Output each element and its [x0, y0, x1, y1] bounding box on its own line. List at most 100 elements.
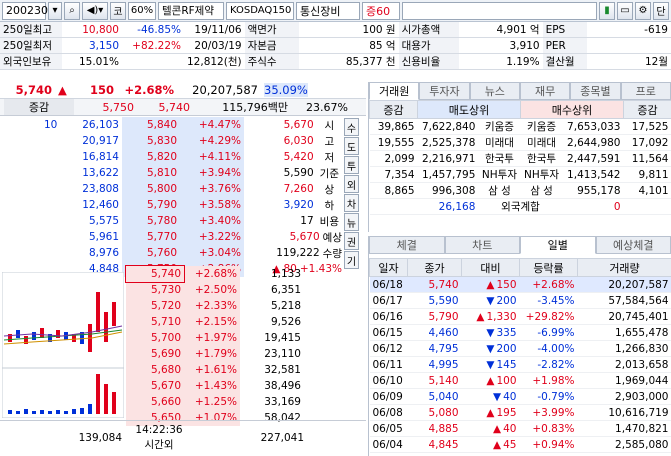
bid-row[interactable]: 5,740 +2.68% 1,133: [125, 265, 304, 283]
side-button[interactable]: 기: [344, 251, 359, 269]
tab-daily-3[interactable]: 예상체결: [595, 236, 671, 254]
side-button[interactable]: 권: [344, 232, 359, 250]
up-arrow-icon: [486, 279, 496, 291]
bid-row[interactable]: 5,720 +2.33% 5,218: [126, 298, 304, 314]
blank-field: [402, 1, 597, 20]
ask-row[interactable]: 23,808 5,800 +3.76%: [58, 181, 244, 197]
tab-broker-3[interactable]: 재무: [519, 82, 571, 100]
ask-row[interactable]: 12,460 5,790 +3.58%: [58, 197, 244, 213]
volume-bar: [56, 410, 60, 414]
side-button[interactable]: 뉴: [344, 213, 359, 231]
daily-row[interactable]: 06/185,740150+2.68%20,207,587: [369, 276, 671, 293]
bid-row[interactable]: 5,670 +1.43% 38,496: [126, 378, 304, 394]
bid-row[interactable]: 5,730 +2.50% 6,351: [126, 282, 304, 298]
tab-daily-2[interactable]: 일별: [520, 236, 596, 254]
bid-row[interactable]: 5,680 +1.61% 32,581: [126, 362, 304, 378]
stock-code-input[interactable]: 200230: [2, 1, 48, 20]
daily-tabs: 체결 차트 일별 예상체결: [369, 236, 671, 254]
volume-bar: [96, 374, 100, 414]
search-icon: ⌕: [69, 5, 75, 16]
daily-row[interactable]: 06/165,7901,330+29.82%20,745,401: [369, 308, 671, 325]
side-button[interactable]: 도: [344, 137, 359, 155]
tab-broker-1[interactable]: 투자자: [419, 82, 470, 100]
bid-row[interactable]: 5,700 +1.97% 19,415: [126, 330, 304, 346]
side-button[interactable]: 외: [344, 175, 359, 193]
speaker-button[interactable]: ◀)▾: [82, 1, 108, 20]
bid-row[interactable]: 5,690 +1.79% 23,110: [126, 346, 304, 362]
daily-row[interactable]: 06/044,84545+0.94%2,585,080: [369, 436, 671, 453]
stock-name: 텔콘RF제약: [158, 1, 224, 20]
toolbar: 200230 ▾ ⌕ ◀)▾ 코 60% 텔콘RF제약 KOSDAQ150 통신…: [0, 0, 671, 22]
code-dropdown-button[interactable]: ▾: [48, 1, 62, 20]
candle: [16, 330, 20, 338]
side-buttons: 수도투외차뉴권기: [344, 118, 362, 270]
tab-daily-0[interactable]: 체결: [369, 236, 445, 254]
candle: [96, 292, 100, 332]
info-row: 250일최고 10,800 -46.85% 19/11/06 액면가 100 원…: [0, 22, 671, 38]
broker-row[interactable]: 7,354 1,457,795 NH투자 NH투자 1,413,542 9,811: [369, 166, 671, 183]
chevron-down-icon: ▾: [52, 5, 58, 16]
bid-row[interactable]: 5,710 +2.15% 9,526: [126, 314, 304, 330]
single-button[interactable]: 단: [653, 1, 669, 20]
daily-row[interactable]: 06/095,04040-0.79%2,903,000: [369, 388, 671, 405]
up-arrow-icon: [476, 311, 486, 323]
daily-row[interactable]: 06/105,140100+1.98%1,969,044: [369, 372, 671, 389]
tab-broker-2[interactable]: 뉴스: [469, 82, 520, 100]
gear-icon[interactable]: ⚙: [635, 1, 651, 20]
daily-row[interactable]: 06/175,590200-3.45%57,584,564: [369, 292, 671, 309]
foreign-row: 26,168 외국계합 0: [369, 198, 671, 215]
market-label: 코: [110, 1, 126, 20]
daily-row[interactable]: 06/114,995145-2.82%2,013,658: [369, 356, 671, 373]
time-block: 14:22:36 시간외: [126, 423, 192, 453]
daily-row[interactable]: 06/054,88540+0.83%1,470,821: [369, 420, 671, 437]
orderbook-panel: 5,740 ▲ 150 +2.68% 20,207,587 35.09% 증감 …: [0, 82, 366, 456]
tab-broker-4[interactable]: 종목별: [570, 82, 621, 100]
side-button[interactable]: 수: [344, 118, 359, 136]
info-row: 250일최저 3,150 +82.22% 20/03/19 자본금 85 억 대…: [0, 37, 671, 54]
ask-row[interactable]: 5,961 5,770 +3.22%: [58, 229, 244, 245]
green-icon[interactable]: ▮: [599, 1, 615, 20]
ask-row[interactable]: 5,575 5,780 +3.40%: [58, 213, 244, 229]
summary-row: 6,030 고: [283, 135, 335, 148]
daily-row[interactable]: 06/154,460335-6.99%1,655,478: [369, 324, 671, 341]
trading-window: 200230 ▾ ⌕ ◀)▾ 코 60% 텔콘RF제약 KOSDAQ150 통신…: [0, 0, 671, 456]
volume-bar: [88, 404, 92, 414]
broker-row[interactable]: 39,865 7,622,840 키움증 키움증 7,653,033 17,525: [369, 118, 671, 135]
broker-row[interactable]: 8,865 996,308 삼 성삼 성 955,178 4,101: [369, 182, 671, 199]
tab-daily-1[interactable]: 차트: [444, 236, 520, 254]
window-icon[interactable]: ▭: [617, 1, 633, 20]
summary-row: 5,420 저: [283, 151, 335, 164]
total-volume: 20,207,587: [192, 83, 258, 97]
search-button[interactable]: ⌕: [64, 1, 80, 20]
broker-row[interactable]: 19,555 2,525,378 미래대 미래대 2,644,980 17,092: [369, 134, 671, 151]
tab-broker-0[interactable]: 거래원: [369, 82, 420, 100]
price-change: 150: [89, 83, 114, 97]
current-price: 5,740: [15, 83, 52, 97]
daily-row[interactable]: 06/124,795200-4.00%1,266,830: [369, 340, 671, 357]
quote-bar: 5,740 ▲ 150 +2.68% 20,207,587 35.09%: [0, 82, 366, 99]
tab-broker-5[interactable]: 프로: [620, 82, 671, 100]
summary-row: 7,260 상: [283, 183, 335, 196]
index-name: KOSDAQ150: [226, 1, 294, 20]
volume-bar: [24, 409, 28, 414]
ask-row[interactable]: 13,622 5,810 +3.94%: [58, 165, 244, 181]
ask-row[interactable]: 16,814 5,820 +4.11%: [58, 149, 244, 165]
speaker-icon: ◀)▾: [86, 5, 104, 16]
broker-panel: 거래원 투자자 뉴스 재무 종목별 프로 증감 매도상위 매수상위 증감 39,865 7,…: [368, 82, 671, 232]
ask-row[interactable]: 8,976 5,760 +3.04%: [58, 245, 244, 261]
bid-table: 5,740 +2.68% 1,133 5,730 +2.50% 6,351 5,720 +2.…: [125, 265, 304, 426]
bid-row[interactable]: 5,660 +1.25% 33,169: [126, 394, 304, 410]
summary-row: 5,670 시: [283, 119, 335, 132]
afterhours-button[interactable]: 시간외: [126, 438, 192, 453]
price-rate: +2.68%: [124, 83, 174, 97]
mini-chart: [2, 272, 124, 418]
daily-row[interactable]: 06/085,080195+3.99%10,616,719: [369, 404, 671, 421]
broker-row[interactable]: 2,099 2,216,971 한국투 한국투 2,447,591 11,564: [369, 150, 671, 167]
ask-row[interactable]: 20,917 5,830 +4.29%: [58, 133, 244, 149]
side-button[interactable]: 차: [344, 194, 359, 212]
ask-row[interactable]: 26,103 5,840 +4.47%: [58, 117, 244, 133]
up-arrow-icon: [486, 407, 496, 419]
volume-bar: [64, 411, 68, 414]
side-button[interactable]: 투: [344, 156, 359, 174]
broker-tabs: 거래원 투자자 뉴스 재무 종목별 프로: [369, 82, 671, 100]
